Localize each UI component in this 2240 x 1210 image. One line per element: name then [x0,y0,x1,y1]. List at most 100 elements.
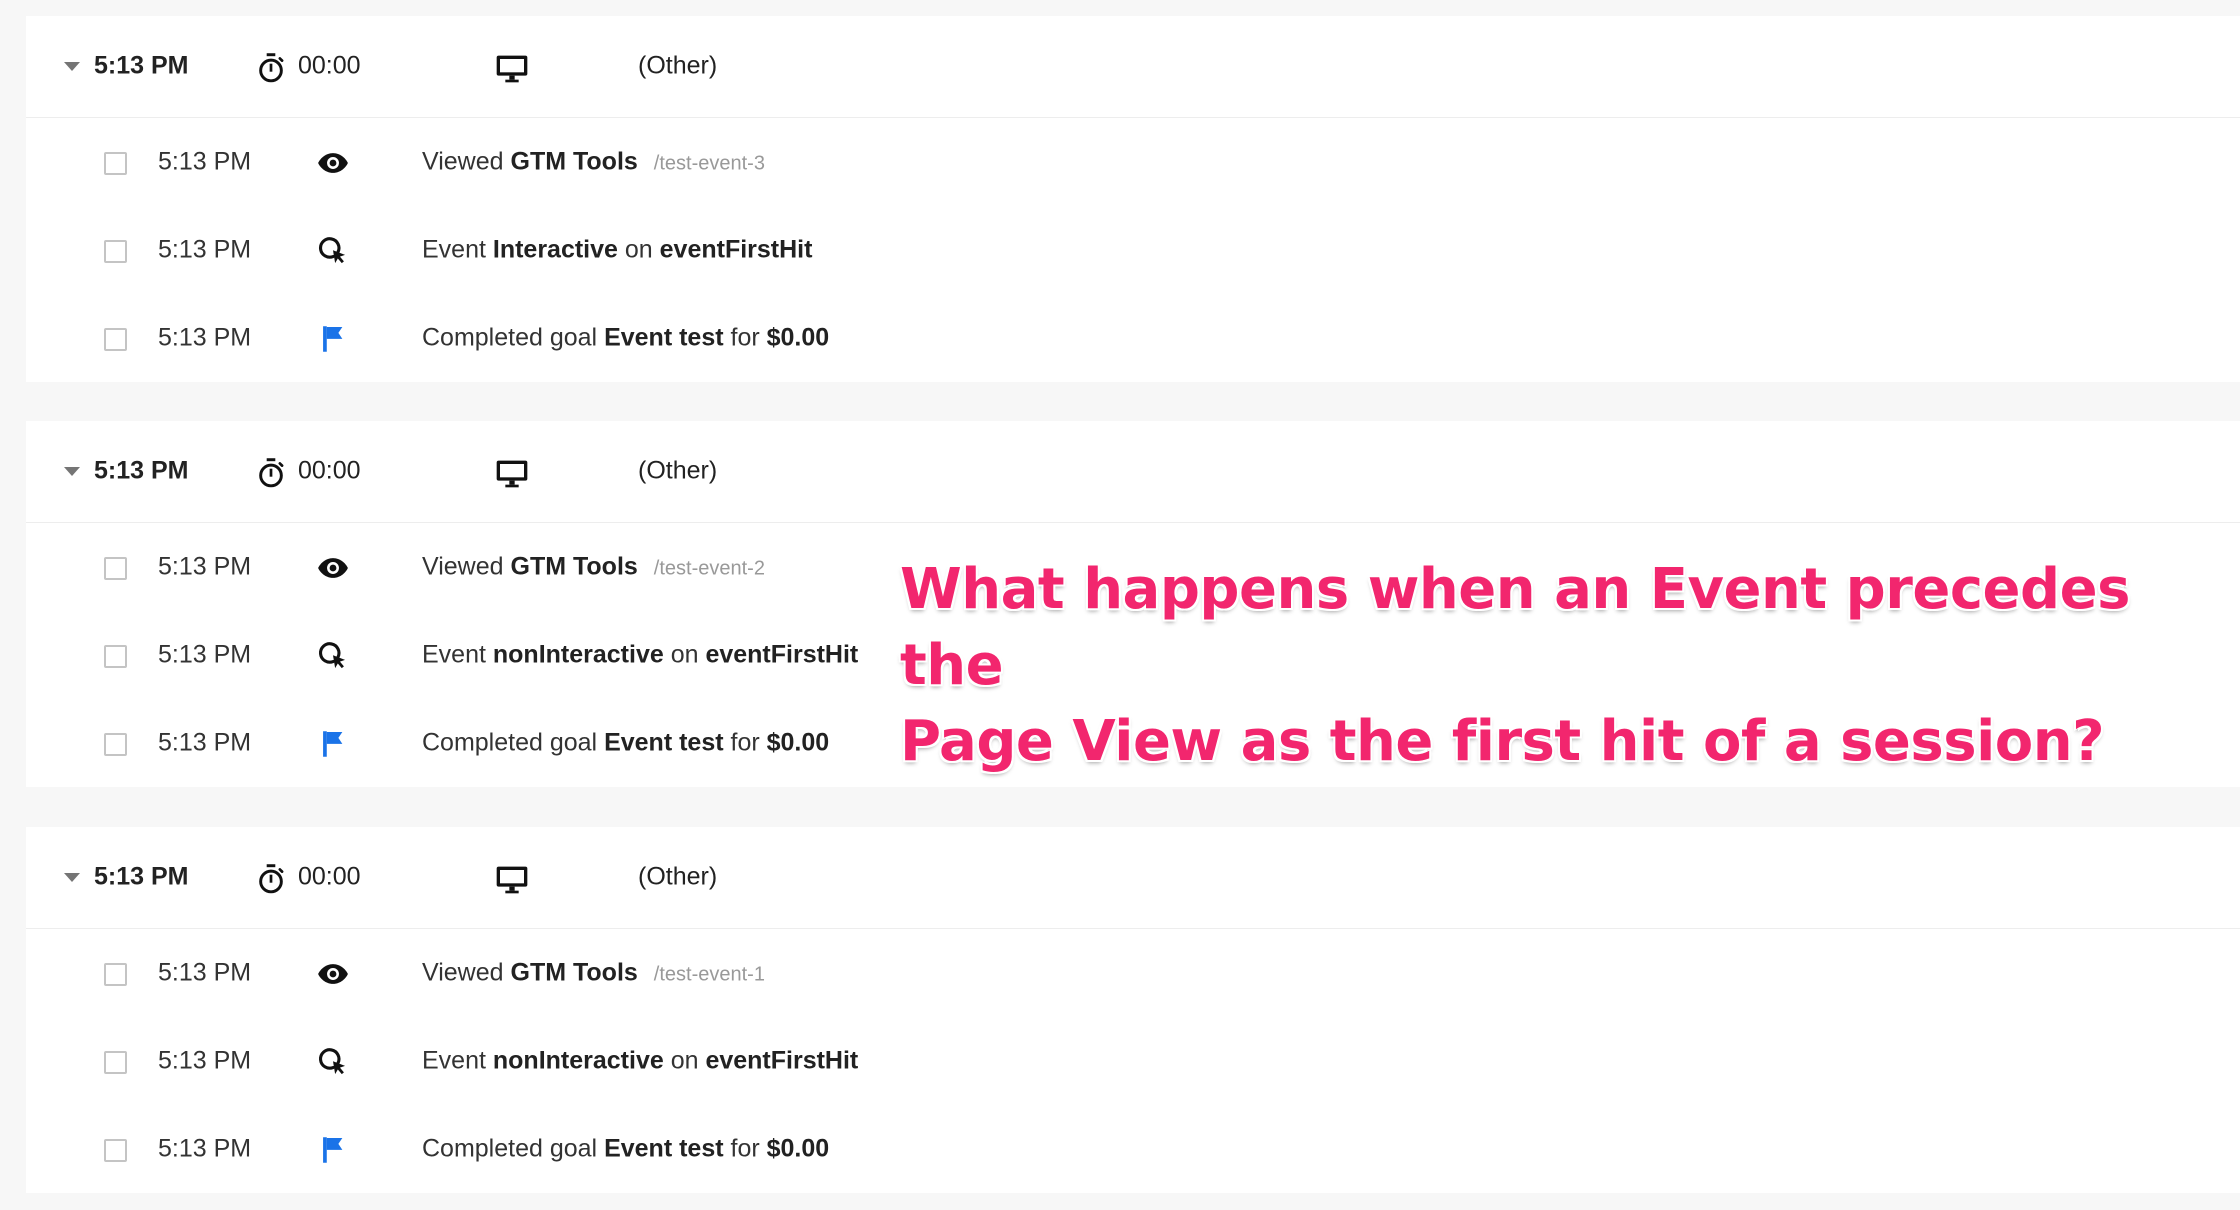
flag-icon [316,1133,350,1167]
session-header[interactable]: 5:13 PM 00:00 (Other) [26,421,2240,523]
eye-icon [316,957,350,991]
hit-desc-highlight: nonInteractive [492,640,664,669]
hit-desc-highlight: Event test [604,728,724,757]
hit-time: 5:13 PM [158,235,252,264]
hit-time: 5:13 PM [158,147,252,176]
hit-description: Completed goal Event test for $0.00 [422,1135,829,1164]
hit-desc-highlight: GTM Tools [510,552,638,581]
hit-row: 5:13 PM Viewed GTM Tools/test-event-3 [26,118,2240,206]
flag-icon [316,322,350,356]
hit-description: Viewed GTM Tools/test-event-2 [422,553,765,582]
hit-time: 5:13 PM [158,640,252,669]
cursor-click-icon [316,234,350,268]
flag-icon [316,727,350,761]
hit-desc-highlight: eventFirstHit [705,640,859,669]
hit-desc-text: Event [422,235,493,264]
eye-icon [316,551,350,585]
hit-desc-highlight: $0.00 [766,728,830,757]
hit-checkbox[interactable] [104,152,127,175]
session-header[interactable]: 5:13 PM 00:00 (Other) [26,16,2240,118]
hit-description: Event nonInteractive on eventFirstHit [422,641,858,670]
hit-checkbox[interactable] [104,240,127,263]
hit-row: 5:13 PM Event nonInteractive on eventFirs… [26,1017,2240,1105]
session-duration: 00:00 [298,51,361,80]
collapse-caret-icon[interactable] [64,62,80,71]
hit-row: 5:13 PM Event Interactive on eventFirstHi… [26,206,2240,294]
collapse-caret-icon[interactable] [64,873,80,882]
hit-desc-highlight: Event test [604,1134,724,1163]
hit-description: Completed goal Event test for $0.00 [422,324,829,353]
overlay-line-2: Page View as the first hit of a session? [900,709,2105,774]
hit-time: 5:13 PM [158,1134,252,1163]
session-source: (Other) [638,51,718,80]
hit-desc-text: Completed goal [422,728,605,757]
hit-desc-text: Viewed [422,958,511,987]
hit-checkbox[interactable] [104,733,127,756]
hit-time: 5:13 PM [158,323,252,352]
session-time: 5:13 PM [94,456,189,485]
hit-desc-highlight: Interactive [492,235,618,264]
desktop-icon [494,53,530,85]
session-source: (Other) [638,456,718,485]
hit-checkbox[interactable] [104,1139,127,1162]
hit-time: 5:13 PM [158,552,252,581]
hit-desc-highlight: GTM Tools [510,958,638,987]
hit-desc-text: on [663,1046,706,1075]
hit-time: 5:13 PM [158,1046,252,1075]
session-duration: 00:00 [298,862,361,891]
hit-desc-text: Completed goal [422,323,605,352]
collapse-caret-icon[interactable] [64,467,80,476]
hit-desc-highlight: GTM Tools [510,147,638,176]
desktop-icon [494,458,530,490]
session-block: 5:13 PM 00:00 (Other) 5:13 PM Viewed GTM Too… [26,827,2240,1193]
hit-time: 5:13 PM [158,728,252,757]
session-time: 5:13 PM [94,51,189,80]
hit-description: Event Interactive on eventFirstHit [422,236,812,265]
hit-desc-text: for [723,323,767,352]
hit-description: Viewed GTM Tools/test-event-3 [422,148,765,177]
hit-desc-text: Completed goal [422,1134,605,1163]
hit-page-path: /test-event-3 [653,152,765,175]
hit-description: Viewed GTM Tools/test-event-1 [422,959,765,988]
hit-row: 5:13 PM Completed goal Event test for $0.… [26,1105,2240,1193]
hit-desc-highlight: nonInteractive [492,1046,664,1075]
hit-description: Completed goal Event test for $0.00 [422,729,829,758]
hit-desc-highlight: eventFirstHit [705,1046,859,1075]
overlay-question: What happens when an Event precedes the … [900,552,2220,780]
hit-desc-text: for [723,728,767,757]
hit-checkbox[interactable] [104,645,127,668]
hit-desc-text: on [663,640,706,669]
stopwatch-icon [256,457,286,489]
hit-desc-highlight: $0.00 [766,323,830,352]
hit-time: 5:13 PM [158,958,252,987]
hit-desc-text: for [723,1134,767,1163]
hit-checkbox[interactable] [104,328,127,351]
hit-description: Event nonInteractive on eventFirstHit [422,1047,858,1076]
session-time: 5:13 PM [94,862,189,891]
eye-icon [316,146,350,180]
hit-desc-text: Event [422,640,493,669]
cursor-click-icon [316,639,350,673]
hit-desc-text: on [617,235,660,264]
hit-desc-highlight: $0.00 [766,1134,830,1163]
hit-checkbox[interactable] [104,963,127,986]
stopwatch-icon [256,863,286,895]
hit-page-path: /test-event-1 [653,963,765,986]
hit-page-path: /test-event-2 [653,557,765,580]
hit-desc-text: Viewed [422,147,511,176]
hit-row: 5:13 PM Completed goal Event test for $0.… [26,294,2240,382]
session-duration: 00:00 [298,456,361,485]
desktop-icon [494,864,530,896]
hit-desc-text: Viewed [422,552,511,581]
hit-desc-highlight: eventFirstHit [659,235,813,264]
hit-row: 5:13 PM Viewed GTM Tools/test-event-1 [26,929,2240,1017]
cursor-click-icon [316,1045,350,1079]
hit-checkbox[interactable] [104,1051,127,1074]
stopwatch-icon [256,52,286,84]
session-header[interactable]: 5:13 PM 00:00 (Other) [26,827,2240,929]
session-source: (Other) [638,862,718,891]
hit-desc-highlight: Event test [604,323,724,352]
hit-checkbox[interactable] [104,557,127,580]
hit-desc-text: Event [422,1046,493,1075]
overlay-line-1: What happens when an Event precedes the [900,557,2130,698]
